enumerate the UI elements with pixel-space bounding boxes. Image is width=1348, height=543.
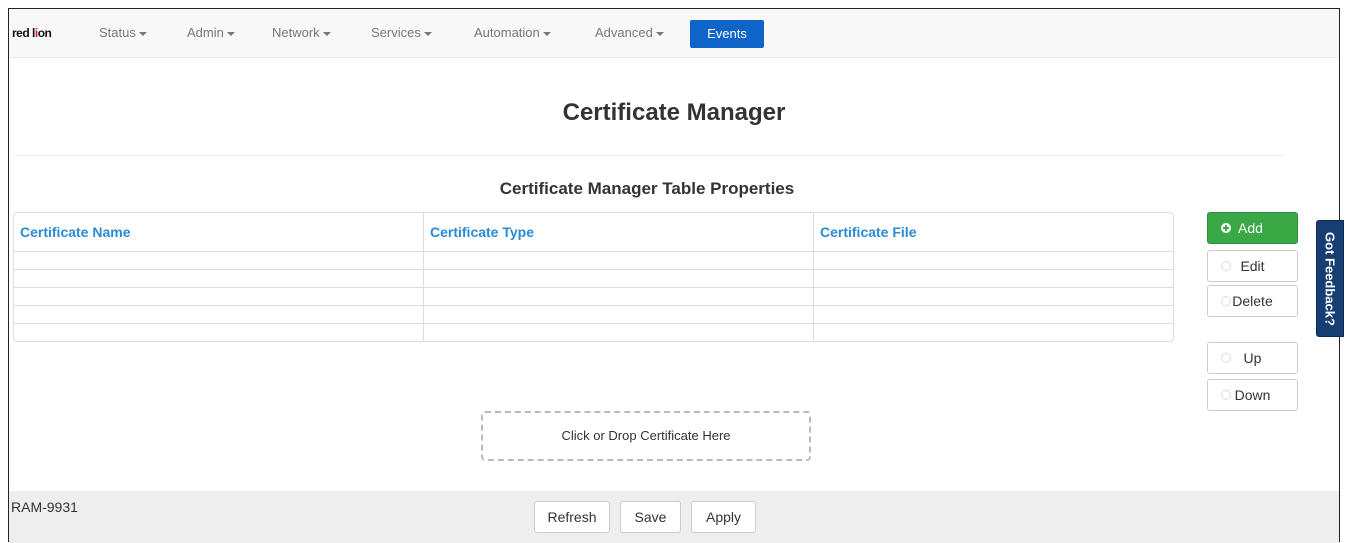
caret-down-icon (226, 31, 235, 36)
feedback-tab[interactable]: Got Feedback? (1316, 220, 1344, 337)
device-name: RAM-9931 (11, 499, 78, 515)
certificate-table: Certificate Name Certificate Type Certif… (13, 212, 1174, 342)
caret-down-icon (423, 31, 432, 36)
apply-button[interactable]: Apply (691, 501, 756, 533)
column-header-certificate-type[interactable]: Certificate Type (423, 213, 813, 252)
certificate-drop-zone[interactable]: Click or Drop Certificate Here (481, 411, 811, 461)
red-lion-logo[interactable]: red lion (12, 23, 58, 43)
nav-events[interactable]: Events (690, 20, 764, 48)
nav-services[interactable]: Services (371, 9, 432, 57)
refresh-button[interactable]: Refresh (534, 501, 610, 533)
nav-advanced[interactable]: Advanced (595, 9, 664, 57)
caret-down-icon (542, 31, 551, 36)
table-row[interactable] (14, 305, 1173, 323)
table-row[interactable] (14, 323, 1173, 341)
caret-down-icon (322, 31, 331, 36)
save-button[interactable]: Save (620, 501, 681, 533)
nav-automation[interactable]: Automation (474, 9, 551, 57)
top-navbar: red lion Status Admin Network Services A… (9, 9, 1339, 58)
page-title: Certificate Manager (562, 99, 786, 126)
edit-button[interactable]: Edit (1207, 250, 1298, 282)
table-row[interactable] (14, 269, 1173, 287)
nav-network[interactable]: Network (272, 9, 331, 57)
delete-button[interactable]: Delete (1207, 285, 1298, 317)
divider (13, 155, 1285, 156)
add-button[interactable]: Add (1207, 212, 1298, 244)
column-header-certificate-file[interactable]: Certificate File (813, 213, 1173, 252)
down-button[interactable]: Down (1207, 379, 1298, 411)
app-window: red lion Status Admin Network Services A… (8, 8, 1344, 543)
nav-status[interactable]: Status (99, 9, 147, 57)
table-row[interactable] (14, 252, 1173, 269)
table-row[interactable] (14, 287, 1173, 305)
column-header-certificate-name[interactable]: Certificate Name (14, 213, 423, 252)
caret-down-icon (655, 31, 664, 36)
up-button[interactable]: Up (1207, 342, 1298, 374)
table-title: Certificate Manager Table Properties (499, 179, 795, 198)
caret-down-icon (138, 31, 147, 36)
footer-bar: RAM-9931 Refresh Save Apply (9, 491, 1339, 543)
nav-admin[interactable]: Admin (187, 9, 235, 57)
